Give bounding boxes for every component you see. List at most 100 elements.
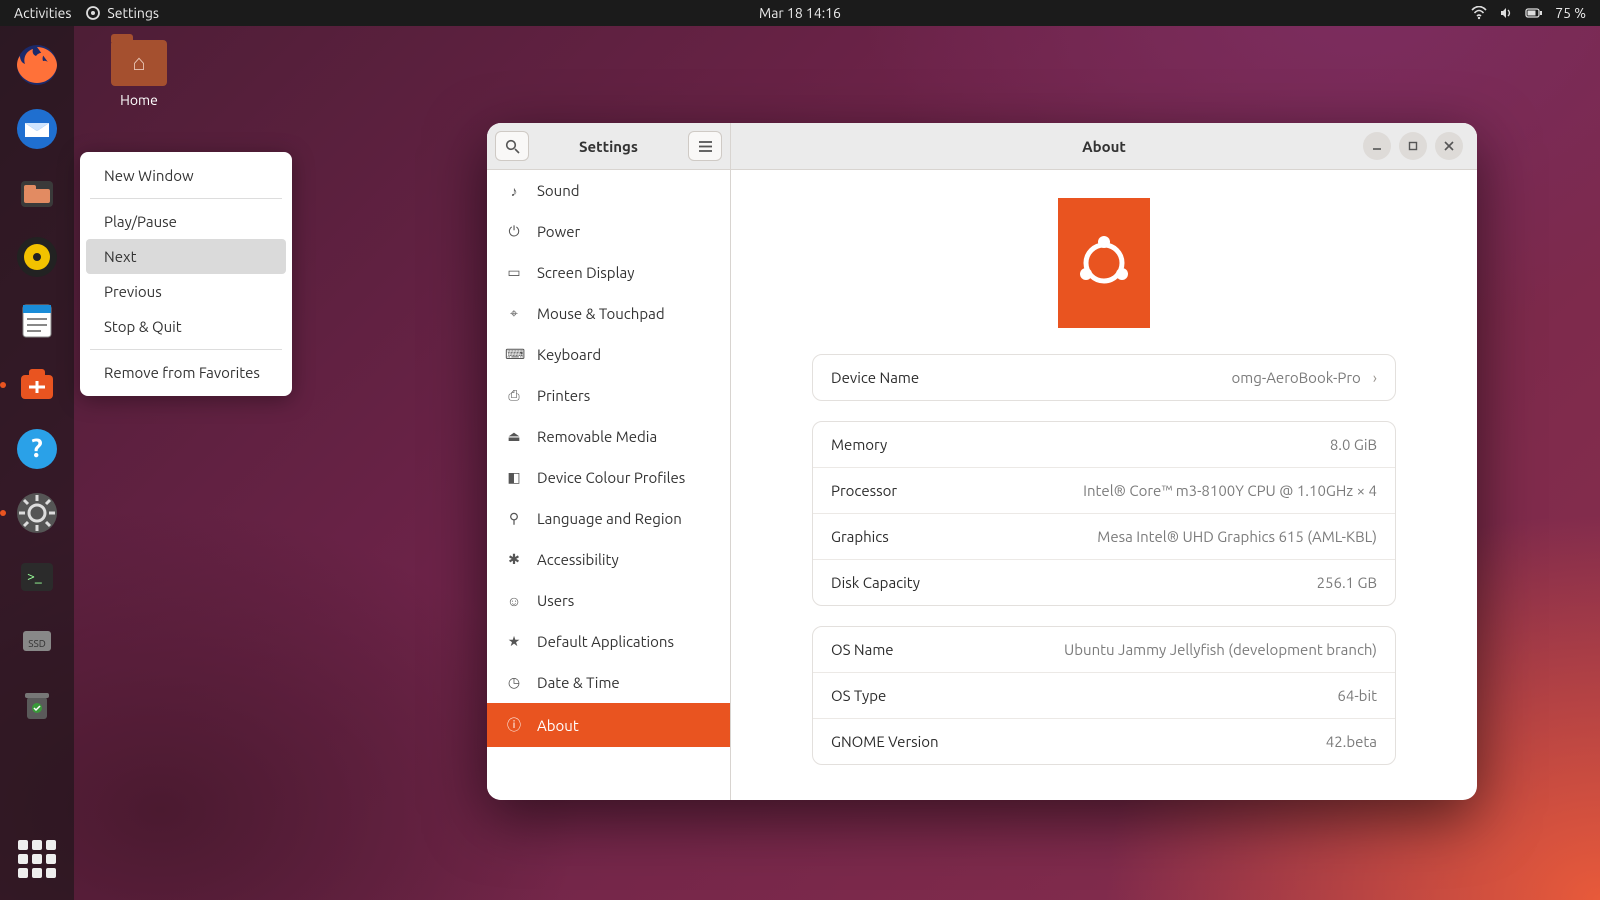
info-row: OS NameUbuntu Jammy Jellyfish (developme… (813, 627, 1395, 672)
sidebar-item-sound[interactable]: ♪ Sound (487, 170, 730, 211)
category-icon: ★ (505, 633, 523, 650)
row-label: OS Name (831, 641, 894, 658)
category-icon: ⚲ (505, 510, 523, 527)
category-icon: ☺ (505, 593, 523, 609)
context-menu-item[interactable]: Remove from Favorites (86, 355, 286, 390)
sidebar-item-default-applications[interactable]: ★ Default Applications (487, 621, 730, 662)
sidebar-item-users[interactable]: ☺ Users (487, 580, 730, 621)
row-label: Device Name (831, 369, 919, 386)
hamburger-menu-button[interactable] (688, 131, 722, 161)
device-name-row[interactable]: Device Name omg-AeroBook-Pro › (813, 355, 1395, 400)
device-name-card: Device Name omg-AeroBook-Pro › (812, 354, 1396, 401)
sidebar-item-label: Printers (537, 387, 590, 404)
sidebar-item-label: Power (537, 223, 580, 240)
sidebar-item-mouse-touchpad[interactable]: ⌖ Mouse & Touchpad (487, 293, 730, 334)
context-menu-item[interactable]: Play/Pause (86, 204, 286, 239)
home-icon: ⌂ (111, 40, 167, 86)
sidebar-item-label: Screen Display (537, 264, 634, 281)
row-value: 42.beta (1326, 733, 1377, 750)
row-value: 64-bit (1337, 687, 1377, 704)
maximize-button[interactable] (1399, 132, 1427, 160)
sidebar-item-screen-display[interactable]: ▭Screen Display (487, 252, 730, 293)
sidebar-item-about[interactable]: ⓘAbout (487, 703, 730, 747)
desktop-folder-label: Home (104, 92, 174, 108)
row-label: OS Type (831, 687, 886, 704)
info-row: GNOME Version 42.beta (813, 718, 1395, 764)
sidebar-item-label: Keyboard (537, 346, 601, 363)
sidebar-item-device-colour-profiles[interactable]: ◧ Device Colour Profiles (487, 457, 730, 498)
sidebar-item-removable-media[interactable]: ⏏ Removable Media (487, 416, 730, 457)
sidebar-item-keyboard[interactable]: ⌨Keyboard (487, 334, 730, 375)
dock-context-menu: New Window Play/PauseNextPreviousStop & Q… (80, 152, 292, 396)
row-label: Processor (831, 482, 897, 499)
about-panel: Device Name omg-AeroBook-Pro › Memory 8.0… (731, 170, 1477, 800)
sidebar-item-printers[interactable]: ⎙Printers (487, 375, 730, 416)
hardware-card: Memory 8.0 GiB Processor Intel® Core™ m3-81… (812, 421, 1396, 606)
context-menu-item[interactable]: New Window (86, 158, 286, 193)
clock[interactable]: Mar 18 14:16 (759, 5, 841, 21)
context-menu-item[interactable]: Stop & Quit (86, 309, 286, 344)
dock-item-rhythmbox[interactable] (12, 232, 62, 282)
sidebar-item-label: Sound (537, 182, 580, 199)
dock-item-ubuntu-software[interactable] (12, 360, 62, 410)
content-header: About (731, 123, 1477, 170)
volume-icon[interactable] (1499, 6, 1513, 20)
sidebar-header: Settings (487, 123, 731, 170)
dock-item-system-settings[interactable] (12, 488, 62, 538)
software-card: OS NameUbuntu Jammy Jellyfish (developme… (812, 626, 1396, 765)
sidebar-item-label: About (537, 717, 579, 734)
category-icon: ◷ (505, 674, 523, 691)
activities-button[interactable]: Activities (14, 5, 71, 21)
svg-text:?: ? (31, 433, 42, 462)
row-label: Graphics (831, 528, 889, 545)
dock-item-files[interactable] (12, 168, 62, 218)
settings-sidebar[interactable]: ♪ Sound ⏻Power▭Screen Display ⌖ Mouse & Touc… (487, 170, 731, 800)
sidebar-item-label: Mouse & Touchpad (537, 305, 665, 322)
search-button[interactable] (495, 131, 529, 161)
sidebar-item-label: Default Applications (537, 633, 674, 650)
info-row: Processor Intel® Core™ m3-8100Y CPU @ 1.1… (813, 467, 1395, 513)
battery-icon[interactable] (1525, 7, 1543, 19)
row-label: Memory (831, 436, 887, 453)
sidebar-item-label: Users (537, 592, 574, 609)
row-value: 256.1 GB (1317, 574, 1377, 591)
dock-item-libreoffice-writer[interactable] (12, 296, 62, 346)
sidebar-item-accessibility[interactable]: ✱Accessibility (487, 539, 730, 580)
gear-icon (85, 5, 101, 21)
sidebar-item-label: Removable Media (537, 428, 657, 445)
dock-item-help[interactable]: ? (12, 424, 62, 474)
row-value: 8.0 GiB (1330, 436, 1377, 453)
row-value: Intel® Core™ m3-8100Y CPU @ 1.10GHz × 4 (1083, 482, 1377, 499)
info-row: Graphics Mesa Intel® UHD Graphics 615 (AM… (813, 513, 1395, 559)
app-menu-label[interactable]: Settings (107, 5, 159, 21)
row-label: GNOME Version (831, 733, 939, 750)
svg-text:SSD: SSD (28, 638, 46, 649)
minimize-button[interactable] (1363, 132, 1391, 160)
category-icon: ⏏ (505, 428, 523, 445)
battery-percent: 75 % (1555, 5, 1586, 21)
sidebar-item-power[interactable]: ⏻Power (487, 211, 730, 252)
show-apps-button[interactable] (12, 834, 62, 884)
dock-item-trash[interactable] (12, 680, 62, 730)
close-button[interactable] (1435, 132, 1463, 160)
context-menu-item[interactable]: Previous (86, 274, 286, 309)
dock-item-terminal[interactable]: >_ (12, 552, 62, 602)
dock-item-firefox[interactable] (12, 40, 62, 90)
row-value: Mesa Intel® UHD Graphics 615 (AML-KBL) (1097, 528, 1377, 545)
distro-logo (1058, 198, 1150, 328)
wifi-icon[interactable] (1471, 6, 1487, 20)
sidebar-item-language-and-region[interactable]: ⚲Language and Region (487, 498, 730, 539)
dock-item-thunderbird[interactable] (12, 104, 62, 154)
dock-item-drive[interactable]: SSD (12, 616, 62, 666)
row-value: omg-AeroBook-Pro (1232, 369, 1361, 386)
svg-text:>_: >_ (27, 568, 42, 584)
sidebar-item-date-time[interactable]: ◷Date & Time (487, 662, 730, 703)
settings-window: Settings About ♪ Sound ⏻Power▭Screen Displ… (487, 123, 1477, 800)
sidebar-item-label: Device Colour Profiles (537, 469, 685, 486)
context-menu-item[interactable]: Next (86, 239, 286, 274)
desktop-folder-home[interactable]: ⌂ Home (104, 40, 174, 108)
category-icon: ♪ (505, 183, 523, 199)
info-row: Disk Capacity256.1 GB (813, 559, 1395, 605)
category-icon: ⌖ (505, 305, 523, 322)
category-icon: ◧ (505, 469, 523, 486)
